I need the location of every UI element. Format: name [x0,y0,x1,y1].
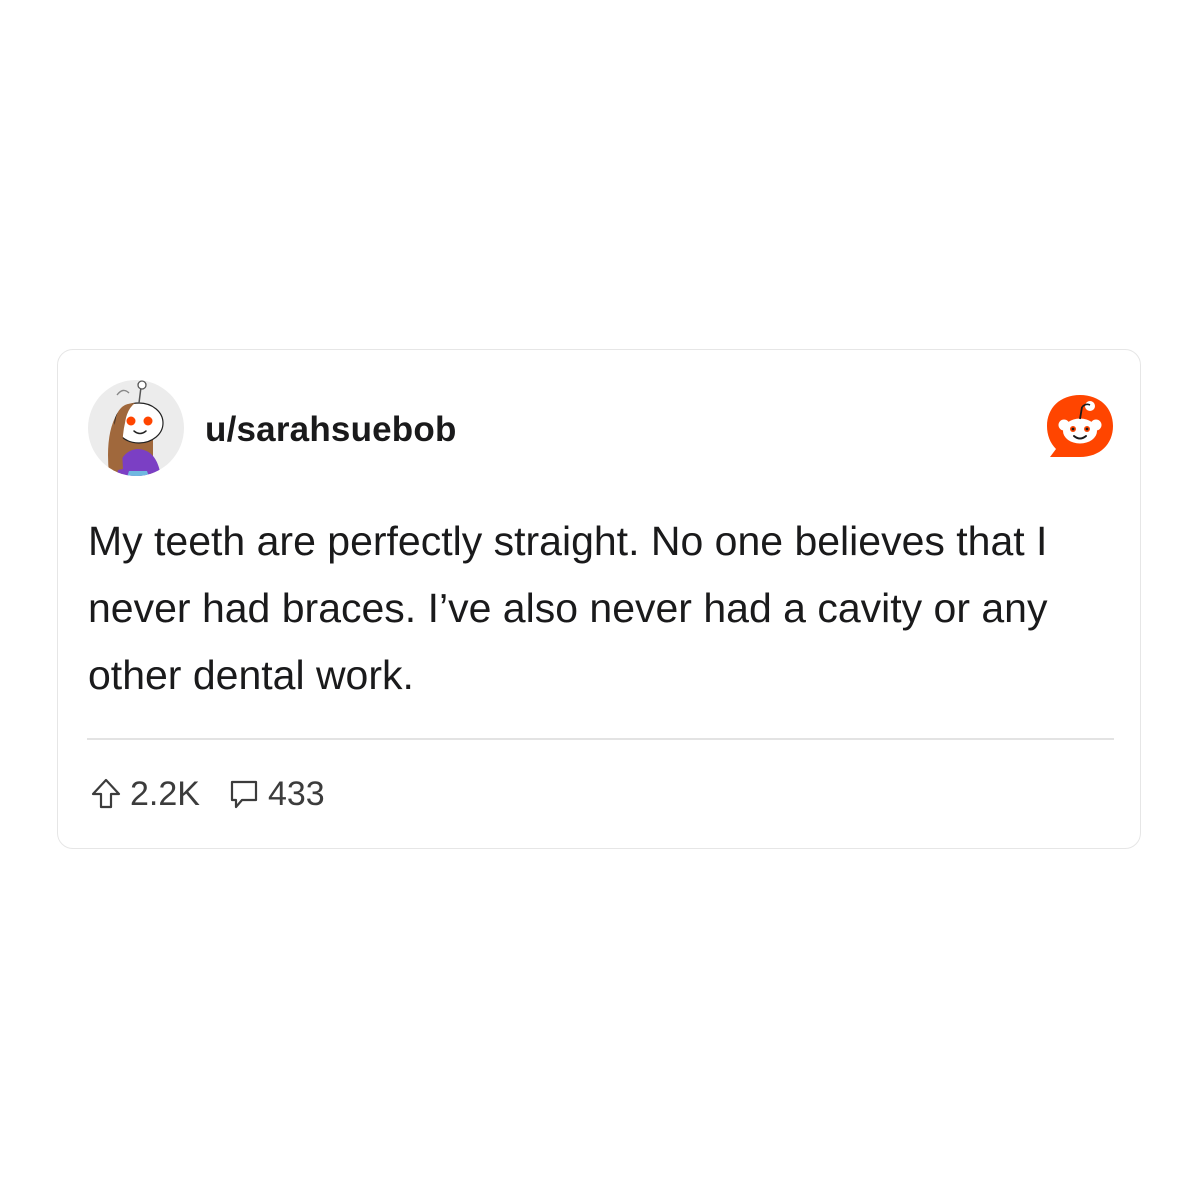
upvote-button[interactable]: 2.2K [88,775,200,814]
divider [87,738,1114,740]
comment-count: 433 [267,774,325,813]
upvote-count: 2.2K [130,774,200,813]
comment-bubble-icon [230,780,258,809]
post-body-text: My teeth are perfectly straight. No one … [88,518,1048,698]
post-actions-bar: 2.2K 433 [88,774,325,814]
post-author-username[interactable]: u/sarahsuebob [205,410,457,450]
post-card[interactable]: u/sarahsuebob My teeth are perfectly str… [57,349,1141,849]
comments-button[interactable]: 433 [226,775,325,814]
snoo-avatar-icon [88,380,184,476]
user-avatar[interactable] [87,379,185,477]
reddit-logo-icon [1044,391,1116,463]
upvote-arrow-icon [91,778,121,809]
